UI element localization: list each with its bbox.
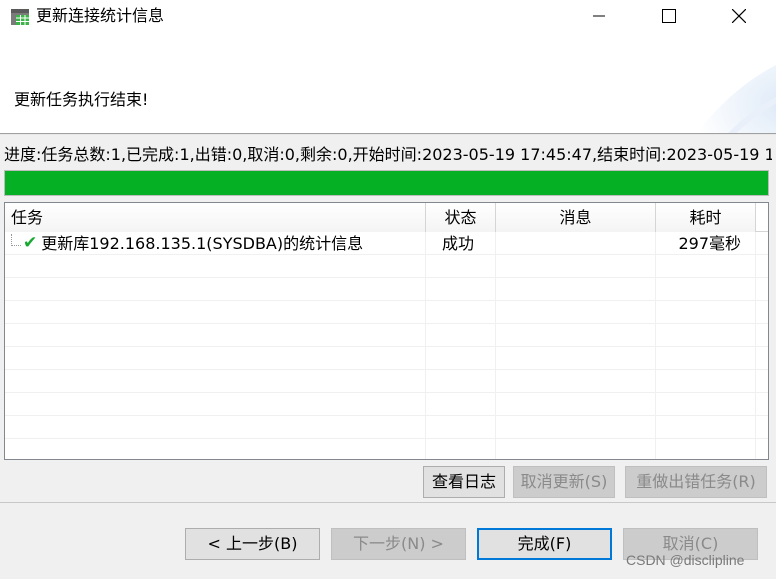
- task-table[interactable]: 任务 状态 消息 耗时 ✔ 更新库192.168.135.1(SYSDBA)的统…: [4, 202, 769, 460]
- maximize-icon: [662, 9, 676, 23]
- empty-cell: [426, 416, 496, 439]
- table-header: 任务 状态 消息 耗时: [5, 203, 768, 232]
- empty-cell: [656, 439, 756, 459]
- empty-cell: [5, 370, 426, 393]
- empty-cell: [5, 439, 426, 459]
- empty-cell: [656, 370, 756, 393]
- close-icon: [732, 9, 746, 23]
- empty-cell: [656, 301, 756, 324]
- task-cell: ✔ 更新库192.168.135.1(SYSDBA)的统计信息: [5, 232, 426, 255]
- empty-row: [5, 370, 768, 393]
- minimize-icon: [593, 15, 605, 17]
- wizard-banner: 更新任务执行结束!: [0, 34, 776, 134]
- empty-cell: [496, 301, 656, 324]
- progress-fill: [5, 171, 768, 195]
- empty-row: [5, 301, 768, 324]
- watermark: CSDN @disclipline: [626, 552, 745, 568]
- empty-row: [5, 439, 768, 459]
- empty-cell: [656, 324, 756, 347]
- column-header-message[interactable]: 消息: [496, 203, 656, 232]
- time-cell: 297毫秒: [656, 232, 756, 255]
- empty-cell: [426, 301, 496, 324]
- empty-cell: [496, 278, 656, 301]
- empty-cell: [5, 324, 426, 347]
- check-icon: ✔: [23, 233, 38, 253]
- empty-cell: [656, 393, 756, 416]
- empty-cell: [496, 324, 656, 347]
- empty-cell: [496, 255, 656, 278]
- empty-cell: [656, 347, 756, 370]
- empty-row: [5, 416, 768, 439]
- table-body: ✔ 更新库192.168.135.1(SYSDBA)的统计信息 成功 297毫秒: [5, 232, 768, 459]
- empty-cell: [5, 301, 426, 324]
- empty-row: [5, 324, 768, 347]
- empty-cell: [496, 439, 656, 459]
- empty-cell: [426, 370, 496, 393]
- empty-cell: [496, 347, 656, 370]
- empty-cell: [656, 278, 756, 301]
- divider: [0, 502, 776, 503]
- empty-cell: [426, 393, 496, 416]
- empty-cell: [5, 416, 426, 439]
- empty-row: [5, 278, 768, 301]
- empty-cell: [656, 416, 756, 439]
- empty-cell: [5, 393, 426, 416]
- title-bar: 更新连接统计信息: [0, 0, 776, 34]
- empty-cell: [5, 347, 426, 370]
- progress-summary: 进度:任务总数:1,已完成:1,出错:0,取消:0,剩余:0,开始时间:2023…: [4, 145, 772, 164]
- banner-decoration: [696, 65, 776, 134]
- empty-cell: [5, 278, 426, 301]
- empty-row: [5, 347, 768, 370]
- empty-cell: [426, 347, 496, 370]
- empty-row: [5, 393, 768, 416]
- redo-failed-tasks-button[interactable]: 重做出错任务(R): [625, 466, 767, 498]
- empty-cell: [426, 255, 496, 278]
- empty-row: [5, 255, 768, 278]
- maximize-button[interactable]: [646, 0, 692, 32]
- previous-button[interactable]: < 上一步(B): [185, 528, 320, 560]
- empty-cell: [496, 370, 656, 393]
- progress-bar: [4, 170, 769, 196]
- empty-cell: [426, 278, 496, 301]
- close-button[interactable]: [716, 0, 762, 32]
- status-cell: 成功: [426, 232, 496, 255]
- table-grid-icon: [11, 9, 29, 25]
- cancel-update-button[interactable]: 取消更新(S): [513, 466, 615, 498]
- column-header-task[interactable]: 任务: [5, 203, 426, 232]
- tree-connector: [11, 233, 21, 246]
- column-header-status[interactable]: 状态: [426, 203, 496, 232]
- next-button[interactable]: 下一步(N) >: [331, 528, 466, 560]
- view-log-button[interactable]: 查看日志: [423, 466, 505, 498]
- status-message: 更新任务执行结束!: [14, 90, 149, 109]
- message-cell: [496, 232, 656, 255]
- minimize-button[interactable]: [576, 0, 622, 32]
- empty-cell: [496, 393, 656, 416]
- empty-cell: [5, 255, 426, 278]
- column-header-time[interactable]: 耗时: [656, 203, 756, 232]
- table-row[interactable]: ✔ 更新库192.168.135.1(SYSDBA)的统计信息 成功 297毫秒: [5, 232, 768, 255]
- empty-cell: [426, 324, 496, 347]
- finish-button[interactable]: 完成(F): [477, 528, 612, 560]
- window-title: 更新连接统计信息: [36, 6, 165, 25]
- empty-cell: [656, 255, 756, 278]
- empty-cell: [496, 416, 656, 439]
- task-name: 更新库192.168.135.1(SYSDBA)的统计信息: [41, 234, 364, 253]
- empty-cell: [426, 439, 496, 459]
